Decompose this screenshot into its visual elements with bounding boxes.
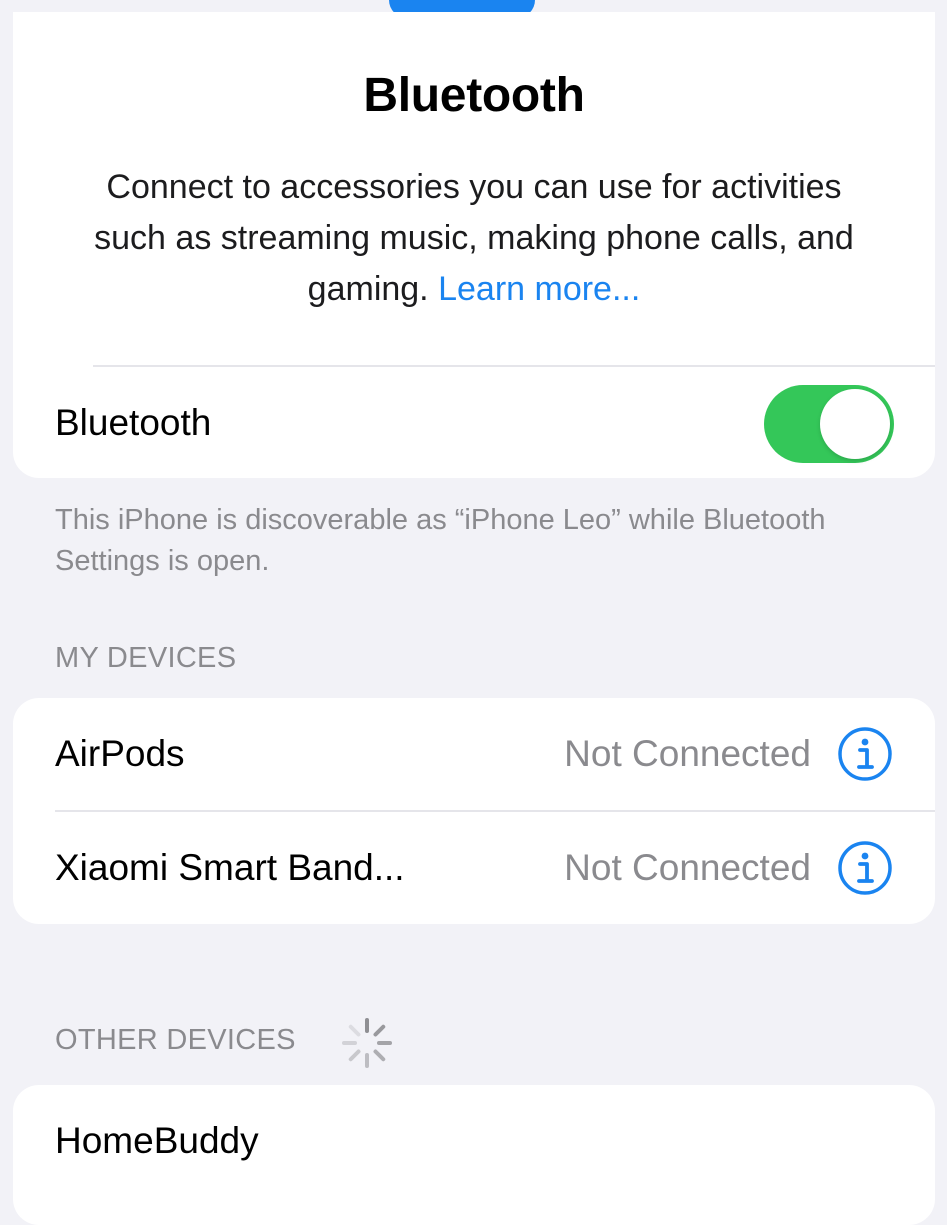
info-icon[interactable] [837,840,893,896]
my-devices-header: MY DEVICES [55,642,237,674]
bluetooth-toggle[interactable] [764,385,894,463]
my-devices-list: AirPods Not Connected Xiaomi Smart Band.… [13,698,935,924]
other-devices-header: OTHER DEVICES [55,1024,296,1056]
device-row-airpods[interactable]: AirPods Not Connected [13,698,935,810]
page-description: Connect to accessories you can use for a… [73,162,875,315]
device-row-homebuddy[interactable]: HomeBuddy [13,1085,935,1197]
learn-more-link[interactable]: Learn more... [438,270,640,308]
device-row-xiaomi-smart-band[interactable]: Xiaomi Smart Band... Not Connected [13,812,935,924]
page-title: Bluetooth [363,69,585,122]
discoverable-note: This iPhone is discoverable as “iPhone L… [55,504,826,577]
device-status: Not Connected [564,847,811,888]
spinner-icon [342,1018,392,1068]
toggle-knob [820,389,890,459]
other-devices-list: HomeBuddy [13,1085,935,1225]
device-status: Not Connected [564,733,811,774]
info-icon[interactable] [837,726,893,782]
header-divider [93,365,935,367]
device-name: Xiaomi Smart Band... [55,847,405,888]
bluetooth-toggle-label: Bluetooth [55,402,212,443]
device-name: HomeBuddy [55,1120,259,1161]
device-name: AirPods [55,733,185,774]
bluetooth-header-card: Bluetooth Connect to accessories you can… [13,12,935,478]
